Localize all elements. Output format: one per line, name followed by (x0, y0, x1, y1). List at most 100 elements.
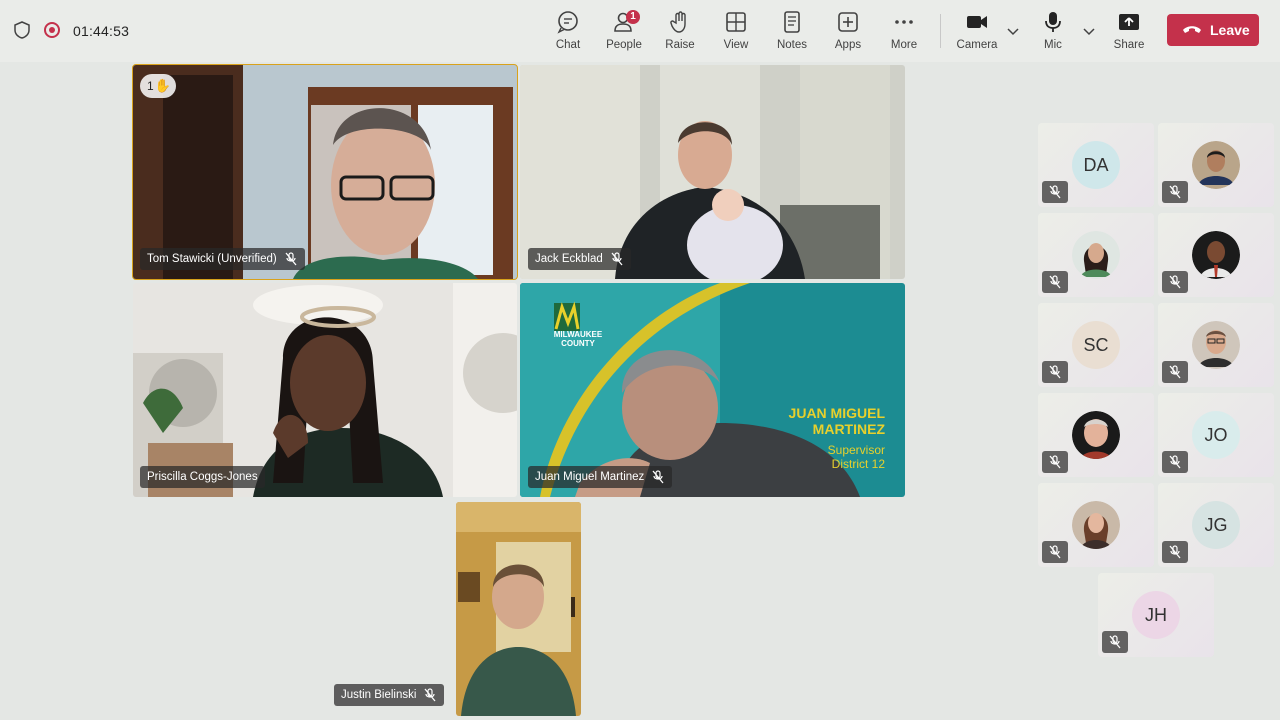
logo-line-1: MILWAUKEE (553, 330, 603, 339)
mic-muted-badge (1042, 271, 1068, 293)
microphone-icon (1045, 12, 1061, 32)
mic-muted-badge (1162, 541, 1188, 563)
logo-line-2: COUNTY (561, 339, 595, 348)
mic-muted-badge (1102, 631, 1128, 653)
chat-button[interactable]: Chat (540, 8, 596, 56)
avatar-initials: SC (1072, 321, 1120, 369)
bg-role-line-1: Supervisor (827, 443, 885, 457)
roster-tile-photo-1[interactable] (1158, 123, 1274, 207)
leave-label: Leave (1210, 22, 1250, 38)
hang-up-icon (1183, 26, 1201, 33)
meeting-timer: 01:44:53 (73, 23, 130, 39)
participant-name-label: Priscilla Coggs-Jones (140, 466, 265, 488)
roster-tile-jo[interactable]: JO (1158, 393, 1274, 477)
roster-tile-jh[interactable]: JH (1098, 573, 1214, 657)
bg-role-line-2: District 12 (831, 457, 885, 471)
mic-muted-icon (1169, 365, 1181, 379)
avatar-initials: JO (1192, 411, 1240, 459)
leave-button[interactable]: Leave (1167, 14, 1259, 46)
avatar-photo (1072, 411, 1120, 459)
bg-title-line-2: MARTINEZ (812, 421, 885, 437)
mic-muted-badge (1042, 361, 1068, 383)
chat-label: Chat (555, 39, 581, 51)
avatar-photo (1072, 501, 1120, 549)
roster-tile-photo-2[interactable] (1038, 213, 1154, 297)
people-button[interactable]: 1 People (596, 8, 652, 56)
participant-video (520, 65, 905, 279)
camera-icon (967, 16, 987, 28)
roster-tile-photo-5[interactable] (1038, 393, 1154, 477)
mic-muted-badge (1162, 361, 1188, 383)
share-button[interactable]: Share (1101, 8, 1157, 56)
roster-tile-photo-6[interactable] (1038, 483, 1154, 567)
mic-muted-icon (1049, 455, 1061, 469)
share-label: Share (1113, 39, 1145, 51)
roster-tile-sc[interactable]: SC (1038, 303, 1154, 387)
video-tile-justin-bielinski[interactable] (456, 502, 581, 716)
people-label: People (606, 39, 642, 51)
video-tile-priscilla-coggs-jones[interactable]: Priscilla Coggs-Jones (133, 283, 517, 497)
apps-button[interactable]: Apps (820, 8, 876, 56)
mic-muted-icon (1049, 545, 1061, 559)
camera-button[interactable]: Camera (949, 8, 1005, 56)
mic-muted-icon (652, 470, 664, 484)
raise-hand-button[interactable]: Raise (652, 8, 708, 56)
mic-button[interactable]: Mic (1025, 8, 1081, 56)
roster-tile-jg[interactable]: JG (1158, 483, 1274, 567)
notes-icon (784, 11, 800, 33)
view-label: View (723, 39, 749, 51)
participant-name-label: Tom Stawicki (Unverified) (140, 248, 305, 270)
mic-muted-icon (1169, 545, 1181, 559)
background-role-text: Supervisor District 12 (828, 443, 885, 471)
video-tile-tom-stawicki[interactable]: 1 ✋ Tom Stawicki (Unverified) (132, 64, 518, 280)
mic-muted-icon (611, 252, 623, 266)
mic-muted-badge (1042, 181, 1068, 203)
raised-hand-indicator: 1 ✋ (140, 74, 176, 98)
video-tile-juan-miguel-martinez[interactable]: MILWAUKEE COUNTY JUAN MIGUEL MARTINEZ Su… (520, 283, 905, 497)
video-tile-jack-eckblad[interactable]: Jack Eckblad (520, 65, 905, 279)
toolbar-divider (940, 14, 941, 48)
camera-options-chevron-icon[interactable] (1006, 24, 1020, 38)
background-name-text: JUAN MIGUEL MARTINEZ (789, 405, 885, 437)
participant-name: Priscilla Coggs-Jones (147, 471, 258, 483)
avatar-photo (1192, 231, 1240, 279)
shield-icon[interactable] (14, 21, 30, 39)
mic-muted-icon (1169, 185, 1181, 199)
avatar-photo (1192, 321, 1240, 369)
notes-button[interactable]: Notes (764, 8, 820, 56)
participant-video (133, 283, 517, 497)
more-icon (895, 20, 913, 24)
avatar-initials: JH (1132, 591, 1180, 639)
roster-tile-photo-4[interactable] (1158, 303, 1274, 387)
mic-muted-icon (285, 252, 297, 266)
avatar-initials: DA (1072, 141, 1120, 189)
mic-muted-badge (1042, 451, 1068, 473)
participant-name: Juan Miguel Martinez (535, 471, 645, 483)
participant-name: Tom Stawicki (Unverified) (147, 253, 277, 265)
avatar-initials: JG (1192, 501, 1240, 549)
notes-label: Notes (776, 39, 808, 51)
meeting-toolbar: 01:44:53 Chat 1 People Raise View Notes … (0, 0, 1280, 62)
mic-muted-icon (1049, 185, 1061, 199)
mic-muted-badge (1042, 541, 1068, 563)
mic-muted-badge (1162, 451, 1188, 473)
avatar-photo (1072, 231, 1120, 279)
mic-muted-badge (1162, 271, 1188, 293)
view-button[interactable]: View (708, 8, 764, 56)
mic-muted-icon (424, 688, 436, 702)
mic-options-chevron-icon[interactable] (1082, 24, 1096, 38)
apps-label: Apps (834, 39, 862, 51)
more-button[interactable]: More (876, 8, 932, 56)
bg-title-line-1: JUAN MIGUEL (788, 405, 885, 421)
roster-tile-da[interactable]: DA (1038, 123, 1154, 207)
mic-muted-icon (1169, 455, 1181, 469)
grid-view-icon (726, 12, 746, 32)
chat-icon (557, 11, 578, 34)
participant-name: Justin Bielinski (341, 689, 417, 701)
share-screen-icon (1119, 14, 1139, 30)
mic-muted-icon (1049, 275, 1061, 289)
mic-muted-icon (1169, 275, 1181, 289)
roster-tile-photo-3[interactable] (1158, 213, 1274, 297)
more-label: More (890, 39, 918, 51)
mic-muted-icon (1049, 365, 1061, 379)
